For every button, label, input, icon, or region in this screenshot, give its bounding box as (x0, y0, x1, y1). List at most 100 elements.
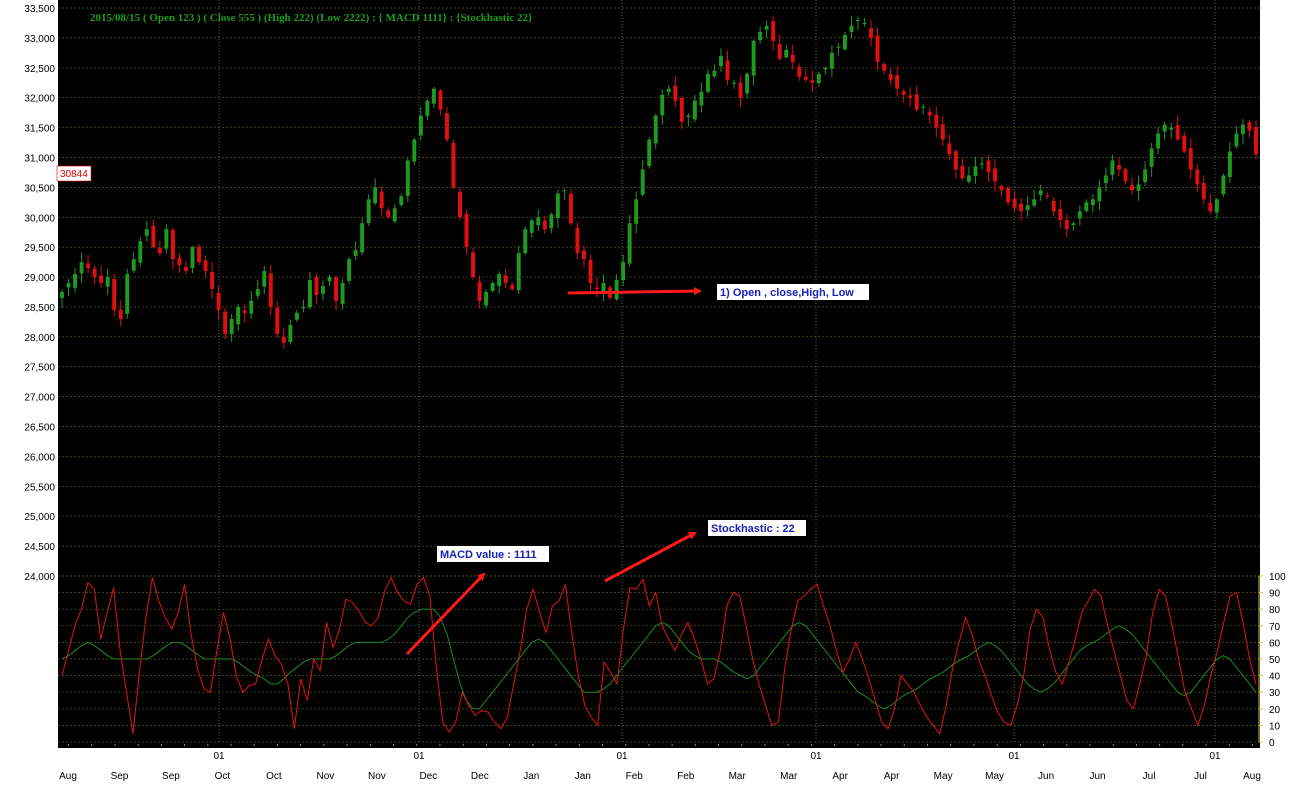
candle-body (595, 287, 599, 290)
candle-body (170, 229, 175, 260)
month-tick-label: Mar (780, 771, 798, 782)
candle-body (862, 22, 867, 25)
current-price-label: 30844 (60, 169, 88, 180)
candle-body (849, 25, 854, 33)
candle-body (784, 49, 789, 58)
time-tick-mark (926, 744, 928, 746)
candle-body (1247, 122, 1252, 131)
candle-body (1012, 198, 1017, 209)
time-tick-mark (416, 744, 418, 746)
month-tick-label: Oct (215, 771, 231, 782)
candle-body (647, 139, 652, 167)
time-tick-mark (1205, 744, 1207, 746)
candle-body (980, 163, 984, 165)
candle-body (771, 21, 776, 41)
candle-body (1156, 133, 1161, 149)
oscillator-tick-label: 40 (1269, 672, 1281, 683)
time-tick-mark (741, 744, 743, 746)
candle-body (510, 284, 515, 290)
stochastic-annotation: Stockhastic : 22 (711, 523, 795, 535)
stock-chart: 24,000 24,500 25,000 25,500 26,000 26,500 27,0… (0, 0, 1299, 792)
time-tick-mark (880, 744, 882, 746)
candle-body (503, 275, 508, 284)
candle-body (379, 191, 384, 209)
candle-body (1130, 184, 1134, 191)
candle-body (464, 213, 469, 248)
candle-body (1214, 199, 1219, 213)
candle-body (471, 252, 476, 278)
candle-body (1201, 182, 1206, 200)
candle-body (1006, 187, 1011, 203)
candle-body (536, 217, 541, 226)
price-tick-label: 33,000 (24, 34, 55, 45)
price-tick-label: 29,000 (24, 273, 55, 284)
month-tick-label: Jul (1194, 771, 1207, 782)
candle-body (66, 283, 71, 288)
candle-body (562, 190, 567, 192)
candle-body (164, 229, 169, 249)
candle-body (673, 85, 678, 101)
price-tick-label: 30,000 (24, 213, 55, 224)
month-tick-label: Apr (832, 771, 848, 782)
candle-body (692, 100, 697, 120)
candle-body (888, 73, 893, 80)
candle-body (555, 193, 560, 218)
candle-body (340, 283, 345, 305)
candle-body (764, 25, 769, 30)
candle-body (360, 223, 365, 253)
candle-body (451, 143, 456, 188)
candle-body (1045, 195, 1050, 197)
time-tick-mark (300, 744, 302, 746)
candle-body (210, 271, 215, 290)
candle-body (836, 46, 841, 48)
month-start-label: 01 (1008, 751, 1020, 762)
time-tick-mark (346, 744, 348, 746)
candle-body (288, 324, 293, 343)
candle-body (425, 100, 430, 116)
candle-body (751, 40, 756, 76)
month-tick-label: Oct (266, 771, 282, 782)
time-tick-mark (1135, 744, 1137, 746)
ohlc-arrow (567, 287, 702, 296)
candle-body (249, 300, 254, 314)
price-tick-label: 33,500 (24, 4, 55, 15)
time-tick-mark (439, 744, 441, 746)
price-tick-label: 24,000 (24, 572, 55, 583)
candle-body (803, 76, 808, 80)
candle-body (321, 286, 325, 294)
candle-body (516, 253, 521, 291)
candle-body (86, 263, 91, 269)
candle-body (373, 187, 378, 204)
candle-body (790, 54, 795, 62)
month-tick-label: Sep (162, 771, 180, 782)
candle-body (777, 44, 782, 59)
time-tick-mark (1182, 744, 1184, 746)
time-tick-mark (1252, 744, 1253, 746)
candle-body (294, 312, 299, 320)
candle-body (216, 292, 221, 310)
month-tick-label: Feb (677, 771, 695, 782)
candle-body (458, 191, 462, 218)
candle-body (157, 247, 162, 254)
candle-body (712, 70, 717, 77)
month-tick-label: Nov (368, 771, 386, 782)
candle-body (1221, 175, 1226, 195)
candle-body (1084, 202, 1089, 212)
candle-body (549, 214, 554, 229)
candle-body (327, 277, 332, 282)
month-tick-label: Jun (1090, 771, 1106, 782)
candle-body (568, 193, 573, 224)
time-tick-mark (230, 744, 232, 746)
candle-body (262, 271, 267, 287)
time-tick-mark (857, 744, 859, 746)
candle-body (138, 241, 143, 263)
candle-body (797, 66, 802, 77)
price-tick-label: 26,000 (24, 452, 55, 463)
candle-body (99, 275, 104, 284)
candle-body (131, 259, 136, 271)
candle-body (392, 208, 397, 222)
candle-body (144, 229, 149, 236)
candle-body (621, 262, 626, 281)
price-tick-label: 31,000 (24, 153, 55, 164)
candle-body (601, 283, 606, 292)
